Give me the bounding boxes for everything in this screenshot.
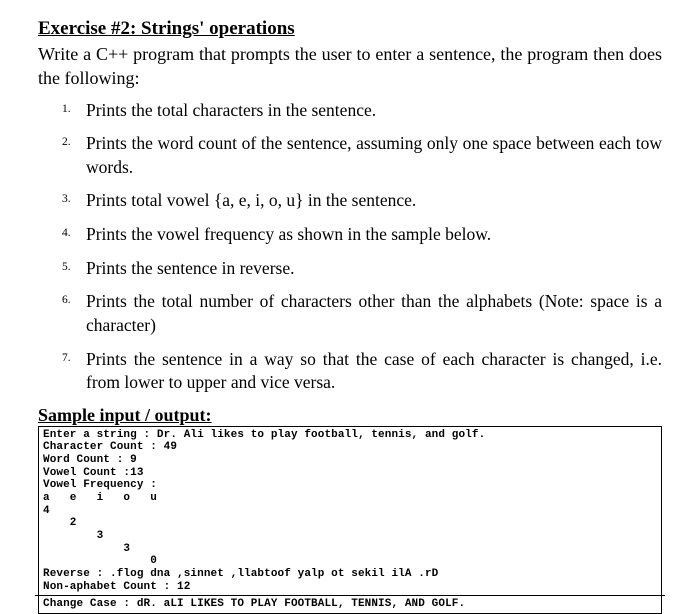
sample-output-changecase: Change Case : dR. aLI LIKES TO PLAY FOOT… [39,596,661,613]
sample-output-block: Enter a string : Dr. Ali likes to play f… [38,426,662,614]
steps-list: Prints the total characters in the sente… [38,99,662,395]
step-item: Prints the sentence in reverse. [70,257,662,281]
step-item: Prints the total characters in the sente… [70,99,662,123]
step-item: Prints the word count of the sentence, a… [70,132,662,179]
sample-heading: Sample input / output: [38,405,662,426]
sample-output-main: Enter a string : Dr. Ali likes to play f… [39,427,661,595]
step-item: Prints the sentence in a way so that the… [70,348,662,395]
step-item: Prints total vowel {a, e, i, o, u} in th… [70,189,662,213]
step-item: Prints the total number of characters ot… [70,290,662,337]
step-item: Prints the vowel frequency as shown in t… [70,223,662,247]
intro-paragraph: Write a C++ program that prompts the use… [38,42,662,91]
exercise-title: Exercise #2: Strings' operations [38,18,662,40]
